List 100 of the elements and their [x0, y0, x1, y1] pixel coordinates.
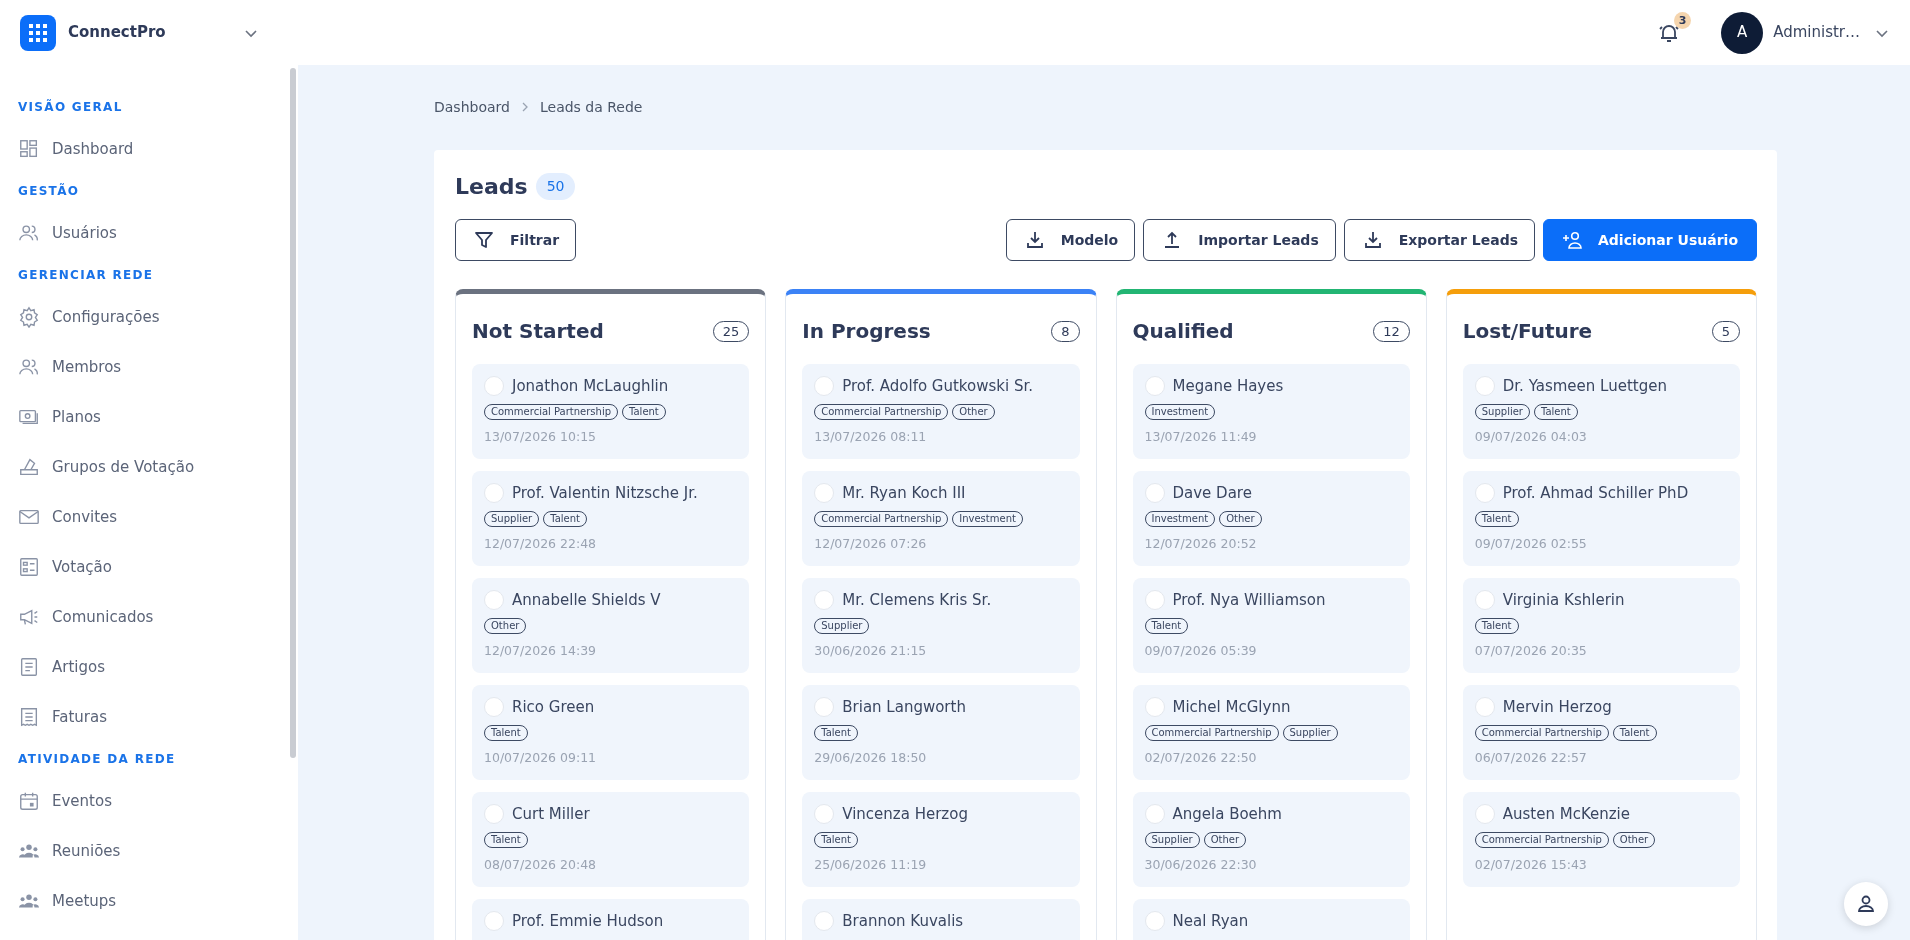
- breadcrumb-link[interactable]: Dashboard: [434, 96, 510, 118]
- select-checkbox[interactable]: [1144, 804, 1165, 825]
- lead-date: 13/07/2026 08:11: [814, 427, 928, 446]
- lead-card[interactable]: Megane Hayes Investment 13/07/2026 11:49: [1132, 364, 1410, 459]
- notification-count: 3: [1674, 12, 1692, 30]
- sidebar-item[interactable]: Meetups: [0, 876, 298, 926]
- lead-card[interactable]: Brannon Kuvalis: [802, 899, 1080, 940]
- select-checkbox[interactable]: [484, 483, 504, 504]
- lead-date: 02/07/2026 15:43: [1474, 855, 1588, 874]
- lead-card[interactable]: Jonathon McLaughlin Commercial Partnership Talent 13/07/2026 10:15: [472, 364, 750, 459]
- lead-card[interactable]: Virginia Kshlerin Talent 07/07/2026 20:35: [1462, 578, 1740, 673]
- lead-card[interactable]: Curt Miller Talent 08/07/2026 20:48: [472, 792, 750, 887]
- upload-button[interactable]: Importar Leads: [1143, 219, 1336, 261]
- select-checkbox[interactable]: [814, 590, 835, 611]
- add-user-button[interactable]: Adicionar Usuário: [1543, 219, 1757, 261]
- select-checkbox[interactable]: [1474, 483, 1495, 504]
- lead-name: Prof. Nya Williamson: [1172, 590, 1326, 611]
- lead-card[interactable]: Dave Dare Investment Other 12/07/2026 20:52: [1132, 471, 1410, 566]
- sidebar-item[interactable]: Dashboard: [0, 124, 298, 174]
- select-checkbox[interactable]: [814, 697, 835, 718]
- select-checkbox[interactable]: [484, 697, 504, 718]
- lead-name: Austen McKenzie: [1502, 804, 1630, 825]
- lead-card[interactable]: Dr. Yasmeen Luettgen Supplier Talent 09/07/2026 04:03: [1462, 364, 1740, 459]
- lead-card[interactable]: Mervin Herzog Commercial Partnership Talent 06/07/2026 22:57: [1462, 685, 1740, 780]
- select-checkbox[interactable]: [1474, 804, 1495, 825]
- select-checkbox[interactable]: [1144, 483, 1165, 504]
- select-checkbox[interactable]: [814, 376, 835, 397]
- lead-card[interactable]: Angela Boehm Supplier Other 30/06/2026 22:30: [1132, 792, 1410, 887]
- select-checkbox[interactable]: [1474, 376, 1495, 397]
- sidebar-item[interactable]: Grupos de Votação: [0, 442, 298, 492]
- download-button[interactable]: Modelo: [1005, 219, 1136, 261]
- person-icon: [1855, 893, 1877, 915]
- sidebar-item[interactable]: Usuários: [0, 208, 298, 258]
- lead-date: 25/06/2026 11:19: [814, 855, 928, 874]
- sidebar-section-title: VISÃO GERAL: [17, 98, 124, 116]
- user-name[interactable]: Administr…: [1773, 21, 1860, 44]
- select-checkbox[interactable]: [814, 483, 835, 504]
- lead-card[interactable]: Prof. Adolfo Gutkowski Sr. Commercial Partnership Other 13/07/2026 08:11: [802, 364, 1080, 459]
- lead-date: 13/07/2026 11:49: [1144, 427, 1258, 446]
- sidebar-item[interactable]: Artigos: [0, 642, 298, 692]
- lead-card[interactable]: Vincenza Herzog Talent 25/06/2026 11:19: [802, 792, 1080, 887]
- lead-card[interactable]: Prof. Valentin Nitzsche Jr. Supplier Talent 12/07/2026 22:48: [472, 471, 750, 566]
- lead-card[interactable]: Rico Green Talent 10/07/2026 09:11: [472, 685, 750, 780]
- lead-name: Rico Green: [512, 697, 595, 718]
- lead-card[interactable]: Annabelle Shields V Other 12/07/2026 14:39: [472, 578, 750, 673]
- select-checkbox[interactable]: [1144, 911, 1165, 932]
- download-icon: [1362, 230, 1383, 250]
- gear-icon: [18, 306, 40, 328]
- user-avatar[interactable]: A: [1721, 11, 1764, 54]
- checklist-icon: [18, 556, 40, 578]
- sidebar-item[interactable]: Membros: [0, 342, 298, 392]
- add-user-icon: [1562, 230, 1582, 250]
- calendar-icon: [18, 790, 40, 812]
- sidebar-item[interactable]: Reuniões: [0, 826, 298, 876]
- lead-card[interactable]: Prof. Emmie Hudson: [472, 899, 750, 940]
- select-checkbox[interactable]: [484, 911, 504, 932]
- sidebar-item[interactable]: Votação: [0, 542, 298, 592]
- lead-card[interactable]: Austen McKenzie Commercial Partnership Other 02/07/2026 15:43: [1462, 792, 1740, 887]
- app-logo-icon[interactable]: [20, 14, 56, 51]
- lead-date: 12/07/2026 20:52: [1144, 534, 1258, 553]
- select-checkbox[interactable]: [1144, 590, 1165, 611]
- lead-name: Mr. Ryan Koch III: [842, 483, 966, 504]
- sidebar-item[interactable]: Configurações: [0, 292, 298, 342]
- lead-name: Brannon Kuvalis: [842, 911, 964, 932]
- select-checkbox[interactable]: [1144, 376, 1165, 397]
- select-checkbox[interactable]: [1144, 697, 1165, 718]
- lead-date: 10/07/2026 09:11: [484, 748, 598, 767]
- lead-date: 12/07/2026 14:39: [484, 641, 598, 660]
- sidebar-item[interactable]: Faturas: [0, 692, 298, 742]
- lead-card[interactable]: Mr. Clemens Kris Sr. Supplier 30/06/2026 21:15: [802, 578, 1080, 673]
- column-title: In Progress: [802, 318, 931, 345]
- select-checkbox[interactable]: [484, 804, 504, 825]
- lead-name: Michel McGlynn: [1172, 697, 1291, 718]
- scrollbar[interactable]: [290, 68, 296, 758]
- lead-card[interactable]: Brian Langworth Talent 29/06/2026 18:50: [802, 685, 1080, 780]
- leads-count: 50: [535, 173, 576, 200]
- select-checkbox[interactable]: [484, 590, 504, 611]
- sidebar-item[interactable]: Planos: [0, 392, 298, 442]
- lead-card[interactable]: Mr. Ryan Koch III Commercial Partnership Investment 12/07/2026 07:26: [802, 471, 1080, 566]
- select-checkbox[interactable]: [484, 376, 504, 397]
- column-title: Qualified: [1132, 318, 1234, 345]
- lead-card[interactable]: Neal Ryan: [1132, 899, 1410, 940]
- lead-name: Brian Langworth: [842, 697, 966, 718]
- sidebar-item[interactable]: Convites: [0, 492, 298, 542]
- download-button[interactable]: Exportar Leads: [1343, 219, 1535, 261]
- filter-button[interactable]: Filtrar: [455, 219, 577, 261]
- lead-date: 08/07/2026 20:48: [484, 855, 598, 874]
- document-icon: [18, 656, 40, 678]
- select-checkbox[interactable]: [1474, 590, 1495, 611]
- lead-card[interactable]: Michel McGlynn Commercial Partnership Supplier 02/07/2026 22:50: [1132, 685, 1410, 780]
- lead-date: 29/06/2026 18:50: [814, 748, 928, 767]
- lead-card[interactable]: Prof. Ahmad Schiller PhD Talent 09/07/2026 02:55: [1462, 471, 1740, 566]
- select-checkbox[interactable]: [814, 911, 835, 932]
- lead-date: 30/06/2026 22:30: [1144, 855, 1258, 874]
- select-checkbox[interactable]: [1474, 697, 1495, 718]
- select-checkbox[interactable]: [814, 804, 835, 825]
- sidebar-item[interactable]: Comunicados: [0, 592, 298, 642]
- sidebar-item[interactable]: Eventos: [0, 776, 298, 826]
- lead-card[interactable]: Prof. Nya Williamson Talent 09/07/2026 05:39: [1132, 578, 1410, 673]
- column-title: Lost/Future: [1462, 318, 1593, 345]
